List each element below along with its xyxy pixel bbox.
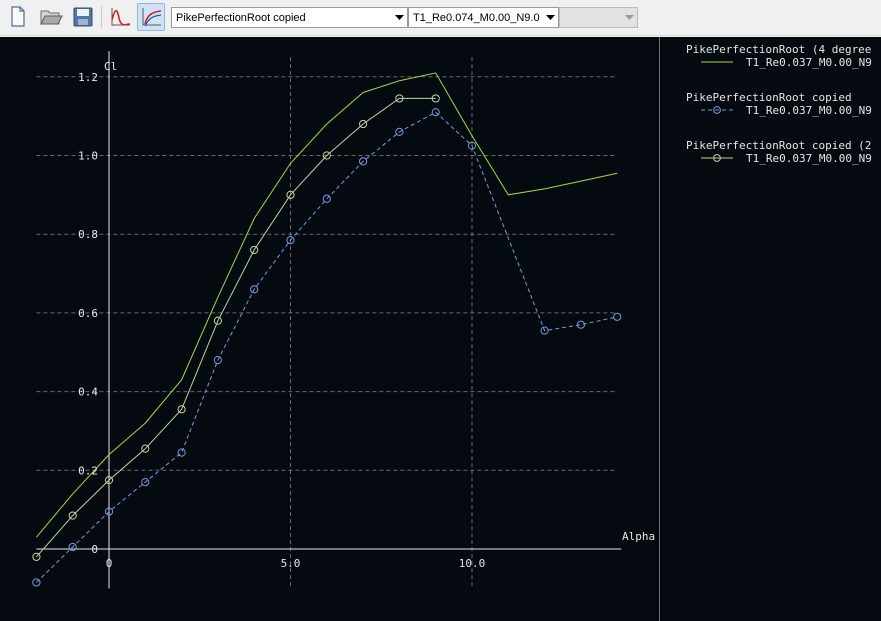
toolbar: PikePerfectionRoot copied T1_Re0.074_M0.…	[0, 0, 881, 36]
polar-select-value: T1_Re0.074_M0.00_N9.0	[413, 11, 540, 24]
polar-graph[interactable]: 00.20.40.60.81.01.205.010.0 Cl Alpha	[0, 37, 659, 621]
y-axis-label: Cl	[104, 60, 117, 73]
new-document-icon	[11, 6, 25, 27]
legend-series-name: T1_Re0.037_M0.00_N9	[746, 104, 872, 117]
x-axis-label: Alpha	[622, 530, 655, 543]
y-tick-label: 0.8	[78, 228, 98, 241]
save-disk-icon	[73, 7, 93, 27]
y-tick-label: 1.2	[78, 71, 98, 84]
airfoil-select[interactable]: PikePerfectionRoot copied	[171, 7, 408, 28]
polar-select[interactable]: T1_Re0.074_M0.00_N9.0	[408, 7, 559, 28]
legend-series-name: T1_Re0.037_M0.00_N9	[746, 152, 872, 165]
opoint-view-button[interactable]	[106, 3, 134, 31]
y-tick-label: 0.4	[78, 386, 98, 399]
legend-airfoil-name: PikePerfectionRoot copied (2	[686, 139, 871, 152]
series-1-marker	[177, 448, 186, 457]
legend-panel: PikePerfectionRoot (4 degreeT1_Re0.037_M…	[686, 43, 872, 165]
series-line-1	[36, 111, 618, 583]
graph-legend: PikePerfectionRoot (4 degree T1_Re0.037_M…	[659, 37, 881, 621]
legend-series-name: T1_Re0.037_M0.00_N9	[746, 56, 872, 69]
open-file-button[interactable]	[37, 3, 65, 31]
legend-airfoil-name: PikePerfectionRoot copied	[686, 91, 852, 104]
series-line-2	[36, 97, 436, 558]
cl-alpha-chart: 00.20.40.60.81.01.205.010.0 Cl Alpha	[32, 51, 655, 589]
polar-curve-icon	[142, 8, 162, 27]
polar-view-button[interactable]	[137, 3, 165, 31]
pressure-curve-icon	[111, 8, 131, 26]
chevron-down-icon	[542, 8, 558, 27]
series-1-marker	[32, 578, 41, 587]
y-tick-label: 1.0	[78, 150, 98, 163]
x-tick-label: 5.0	[281, 557, 301, 570]
open-folder-icon	[40, 10, 63, 25]
chevron-down-icon	[391, 8, 407, 27]
x-tick-label: 10.0	[459, 557, 486, 570]
new-document-button[interactable]	[4, 3, 32, 31]
y-tick-label: 0.2	[78, 464, 98, 477]
airfoil-select-value: PikePerfectionRoot copied	[176, 11, 306, 24]
chevron-down-icon	[621, 8, 637, 27]
save-button[interactable]	[69, 3, 97, 31]
toolbar-separator	[101, 6, 102, 28]
y-tick-label: 0.6	[78, 307, 98, 320]
legend-airfoil-name: PikePerfectionRoot (4 degree	[686, 43, 871, 56]
opoint-select[interactable]	[559, 7, 638, 28]
